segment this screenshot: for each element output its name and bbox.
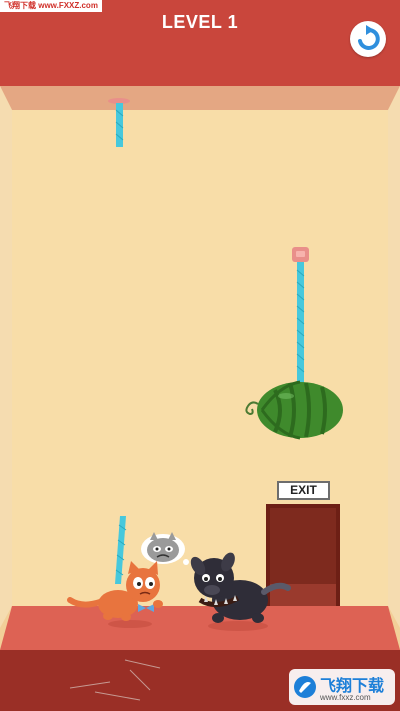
- ceiling: [0, 86, 400, 110]
- floor-surface: [0, 606, 400, 650]
- exit-sign: EXIT: [277, 481, 330, 500]
- right-wall: [388, 86, 400, 628]
- level-title: LEVEL 1: [161, 12, 239, 32]
- watermark-top: 飞翔下载 www.FXXZ.com: [0, 0, 102, 12]
- left-wall: [0, 86, 12, 628]
- watermark-url: www.fxxz.com: [320, 693, 371, 702]
- watermark-logo-icon: [294, 676, 316, 698]
- restart-icon[interactable]: [350, 21, 386, 57]
- game-scene: [0, 0, 400, 711]
